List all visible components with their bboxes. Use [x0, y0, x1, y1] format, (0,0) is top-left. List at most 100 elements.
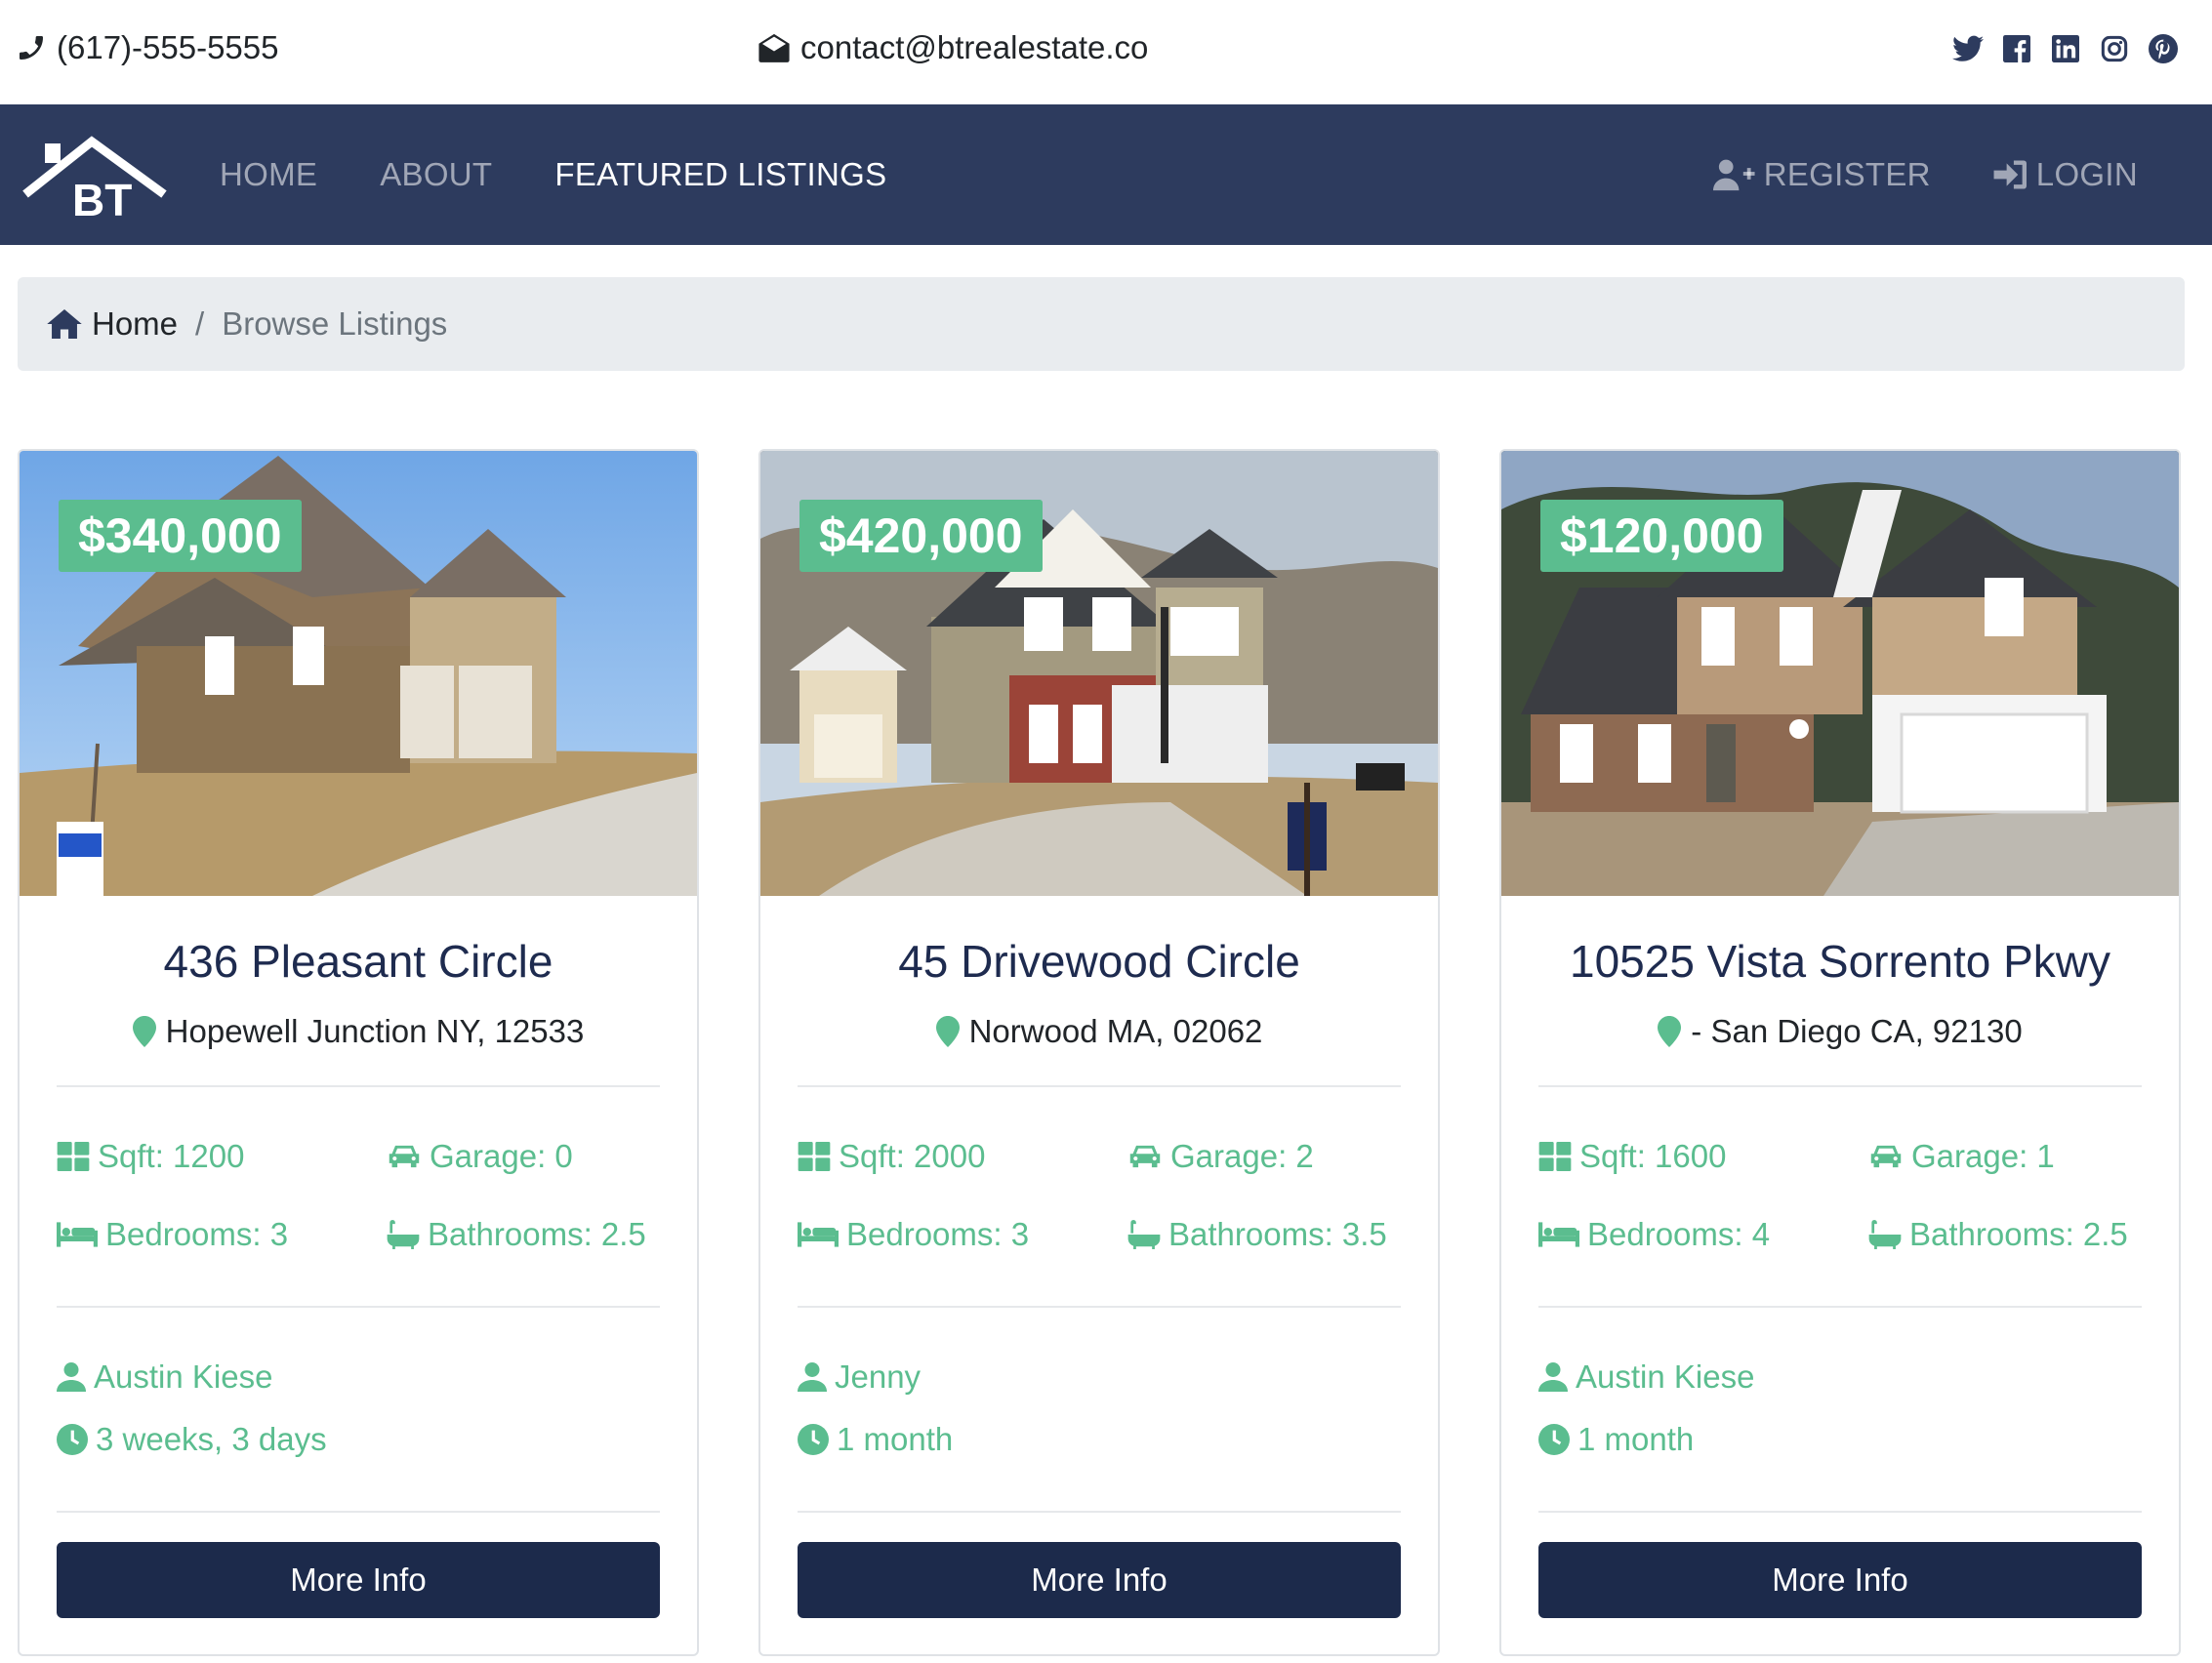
listing-location: Hopewell Junction NY, 12533	[20, 1013, 697, 1050]
register-link[interactable]: REGISTER	[1712, 156, 1931, 193]
listing-location: Norwood MA, 02062	[760, 1013, 1438, 1050]
bedrooms-text: Bedrooms: 4	[1587, 1216, 1771, 1252]
divider	[57, 1085, 660, 1087]
divider	[798, 1085, 1401, 1087]
bedrooms-info: Bedrooms: 3	[798, 1216, 1029, 1253]
listing-photo: $340,000	[20, 451, 697, 896]
divider	[1538, 1306, 2142, 1308]
account-nav: REGISTER LOGIN	[1712, 104, 2138, 245]
user-icon	[57, 1362, 86, 1392]
location-text: Norwood MA, 02062	[968, 1013, 1263, 1049]
email-contact[interactable]: contact@btrealestate.co	[758, 29, 1148, 66]
nav-home[interactable]: HOME	[220, 156, 317, 193]
bed-icon	[57, 1222, 98, 1247]
divider	[57, 1306, 660, 1308]
user-plus-icon	[1712, 159, 1755, 191]
listed-time-text: 3 weeks, 3 days	[96, 1421, 327, 1457]
realtor-info: Austin Kiese	[1538, 1359, 1754, 1396]
bathrooms-info: Bathrooms: 2.5	[1868, 1216, 2128, 1253]
price-badge: $420,000	[799, 500, 1043, 572]
listed-time-info: 1 month	[1538, 1421, 1694, 1458]
social-links	[1952, 33, 2179, 64]
pinterest-icon[interactable]	[2148, 33, 2179, 64]
th-large-icon	[798, 1142, 831, 1171]
more-info-button[interactable]: More Info	[1538, 1542, 2142, 1618]
nav-featured-listings[interactable]: FEATURED LISTINGS	[554, 156, 886, 193]
bath-icon	[1127, 1220, 1161, 1249]
listing-photo: $120,000	[1501, 451, 2179, 896]
th-large-icon	[57, 1142, 90, 1171]
realtor-info: Jenny	[798, 1359, 921, 1396]
sign-in-icon	[1993, 160, 2027, 189]
phone-contact[interactable]: (617)-555-5555	[16, 29, 279, 66]
listed-time-info: 1 month	[798, 1421, 953, 1458]
clock-icon	[1538, 1424, 1570, 1455]
price-badge: $120,000	[1540, 500, 1783, 572]
divider	[57, 1511, 660, 1513]
breadcrumb-home[interactable]: Home	[47, 305, 178, 343]
listing-location: - San Diego CA, 92130	[1501, 1013, 2179, 1050]
envelope-open-icon	[758, 33, 790, 62]
sqft-text: Sqft: 2000	[839, 1138, 986, 1174]
breadcrumb: Home / Browse Listings	[18, 277, 2185, 371]
realtor-info: Austin Kiese	[57, 1359, 272, 1396]
home-icon	[47, 309, 82, 339]
realtor-name: Austin Kiese	[1576, 1359, 1755, 1395]
map-marker-icon	[935, 1016, 960, 1047]
garage-text: Garage: 1	[1911, 1138, 2055, 1174]
garage-text: Garage: 0	[430, 1138, 573, 1174]
garage-info: Garage: 0	[387, 1138, 573, 1175]
listing-title: 10525 Vista Sorrento Pkwy	[1569, 936, 2111, 987]
facebook-icon[interactable]	[2001, 33, 2032, 64]
bath-icon	[387, 1220, 420, 1249]
realtor-name: Austin Kiese	[94, 1359, 273, 1395]
email-address: contact@btrealestate.co	[800, 29, 1149, 65]
realtor-name: Jenny	[835, 1359, 922, 1395]
bedrooms-text: Bedrooms: 3	[105, 1216, 289, 1252]
bedrooms-info: Bedrooms: 3	[57, 1216, 288, 1253]
bed-icon	[1538, 1222, 1579, 1247]
listing-card: $120,000 10525 Vista Sorrento Pkwy - San…	[1499, 449, 2181, 1656]
bathrooms-info: Bathrooms: 3.5	[1127, 1216, 1387, 1253]
bedrooms-text: Bedrooms: 3	[846, 1216, 1030, 1252]
th-large-icon	[1538, 1142, 1572, 1171]
divider	[1538, 1511, 2142, 1513]
divider	[1538, 1085, 2142, 1087]
clock-icon	[57, 1424, 88, 1455]
clock-icon	[798, 1424, 829, 1455]
garage-info: Garage: 1	[1868, 1138, 2055, 1175]
bathrooms-info: Bathrooms: 2.5	[387, 1216, 646, 1253]
location-text: Hopewell Junction NY, 12533	[165, 1013, 585, 1049]
linkedin-icon[interactable]	[2050, 33, 2081, 64]
map-marker-icon	[1658, 1016, 1682, 1047]
location-text: - San Diego CA, 92130	[1691, 1013, 2023, 1049]
listing-card: $420,000 45 Drivewood Circle Norwood MA,…	[758, 449, 1440, 1656]
primary-nav: HOME ABOUT FEATURED LISTINGS	[220, 104, 886, 245]
garage-text: Garage: 2	[1170, 1138, 1314, 1174]
instagram-icon[interactable]	[2099, 33, 2130, 64]
listed-time-info: 3 weeks, 3 days	[57, 1421, 327, 1458]
login-label: LOGIN	[2035, 156, 2138, 192]
logo-text: BT	[72, 175, 132, 222]
listing-title: 45 Drivewood Circle	[898, 936, 1300, 987]
brand-logo[interactable]: BT	[21, 134, 168, 225]
sqft-info: Sqft: 1200	[57, 1138, 244, 1175]
login-link[interactable]: LOGIN	[1993, 156, 2138, 193]
divider	[798, 1306, 1401, 1308]
nav-about[interactable]: ABOUT	[380, 156, 492, 193]
listing-title: 436 Pleasant Circle	[163, 936, 553, 987]
bathrooms-text: Bathrooms: 3.5	[1168, 1216, 1387, 1252]
sqft-info: Sqft: 1600	[1538, 1138, 1726, 1175]
bathrooms-text: Bathrooms: 2.5	[428, 1216, 646, 1252]
listing-card: $340,000 436 Pleasant Circle Hopewell Ju…	[18, 449, 699, 1656]
more-info-button[interactable]: More Info	[798, 1542, 1401, 1618]
sqft-info: Sqft: 2000	[798, 1138, 985, 1175]
more-info-button[interactable]: More Info	[57, 1542, 660, 1618]
bed-icon	[798, 1222, 839, 1247]
listing-photo: $420,000	[760, 451, 1438, 896]
breadcrumb-current: Browse Listings	[222, 305, 448, 342]
bathrooms-text: Bathrooms: 2.5	[1909, 1216, 2128, 1252]
car-icon	[1870, 1145, 1902, 1168]
twitter-icon[interactable]	[1952, 33, 1984, 64]
map-marker-icon	[132, 1016, 156, 1047]
